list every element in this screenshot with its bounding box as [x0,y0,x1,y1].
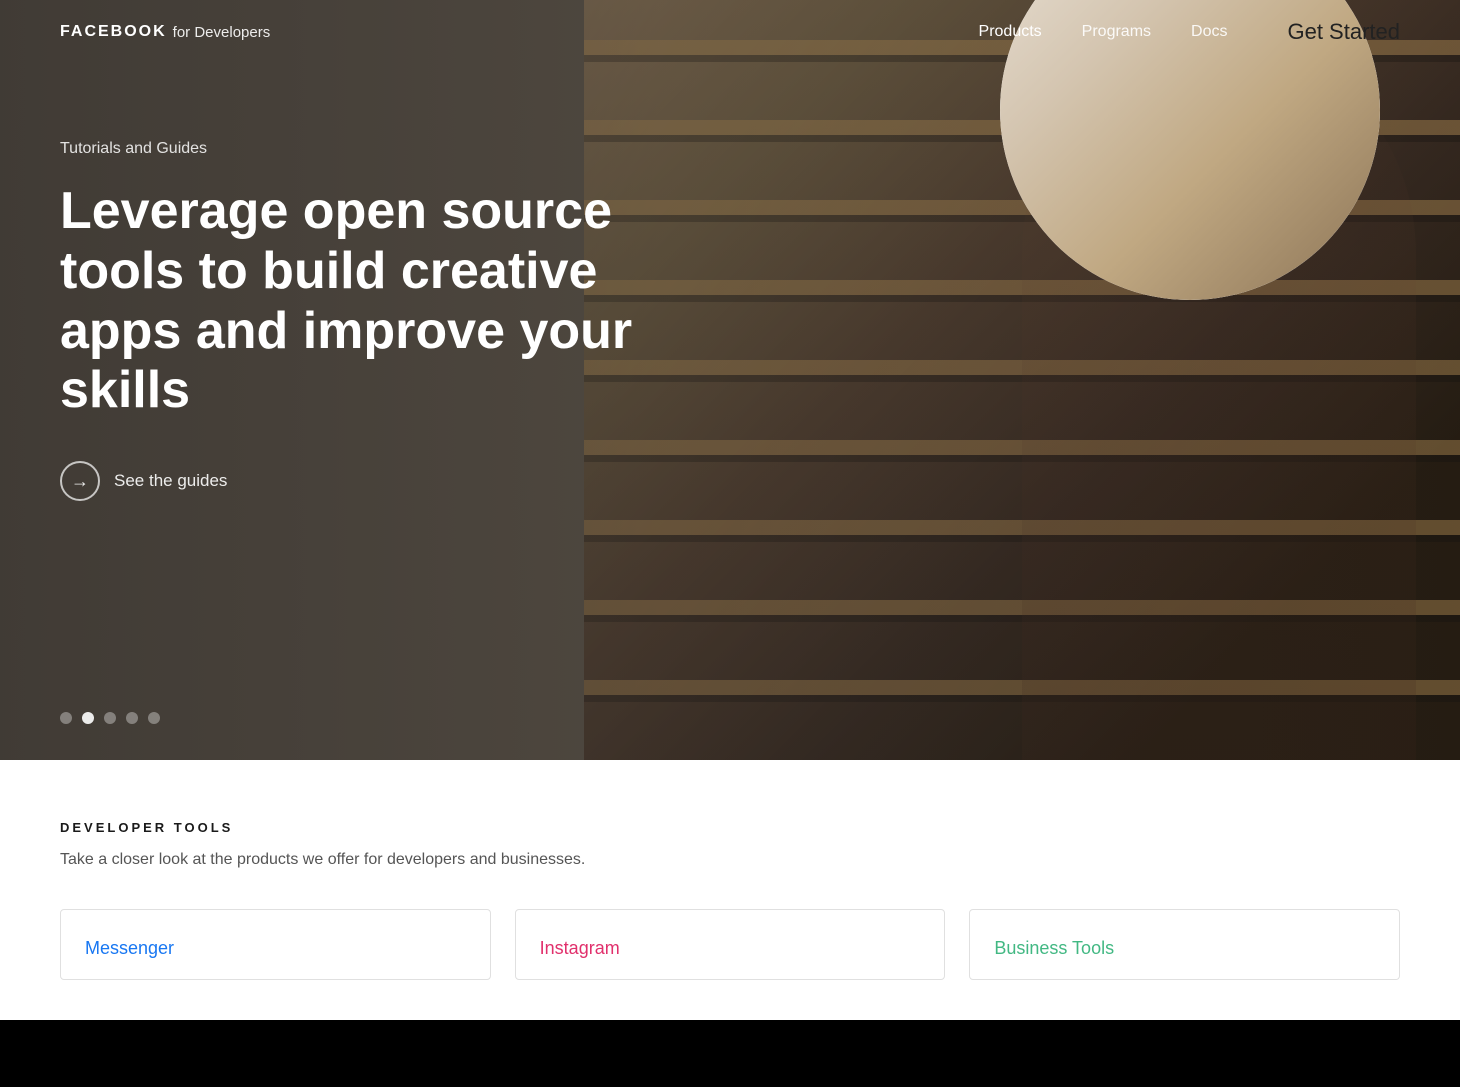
card-messenger[interactable]: Messenger [60,909,491,980]
nav-link-products[interactable]: Products [979,23,1042,41]
logo-sub-text: for Developers [173,24,271,41]
carousel-dot-2[interactable] [82,712,94,724]
carousel-dot-3[interactable] [104,712,116,724]
section-description: Take a closer look at the products we of… [60,851,1400,869]
nav-links: Products Programs Docs Get Started [979,19,1400,45]
carousel-dots [60,712,160,724]
nav-logo[interactable]: FACEBOOK for Developers [60,23,270,41]
hero-title: Leverage open source tools to build crea… [60,182,640,421]
hero-section: FACEBOOK for Developers Products Program… [0,0,1460,760]
get-started-label[interactable]: Get Started [1287,19,1400,45]
arrow-icon: → [71,471,89,492]
logo-facebook-text: FACEBOOK [60,23,167,41]
section-label: DEVELOPER TOOLS [60,820,1400,835]
hero-content: Tutorials and Guides Leverage open sourc… [60,140,640,501]
page-wrapper: FACEBOOK for Developers Products Program… [0,0,1460,1020]
cta-arrow-circle: → [60,461,100,501]
navigation: FACEBOOK for Developers Products Program… [0,0,1460,64]
carousel-dot-1[interactable] [60,712,72,724]
see-guides-button[interactable]: → See the guides [60,461,640,501]
carousel-dot-4[interactable] [126,712,138,724]
card-business-title: Business Tools [994,938,1375,959]
carousel-dot-5[interactable] [148,712,160,724]
card-business-tools[interactable]: Business Tools [969,909,1400,980]
below-hero-section: DEVELOPER TOOLS Take a closer look at th… [0,760,1460,1020]
nav-link-docs[interactable]: Docs [1191,23,1227,41]
cards-row: Messenger Instagram Business Tools [60,909,1400,980]
card-instagram[interactable]: Instagram [515,909,946,980]
cta-label: See the guides [114,471,227,491]
card-instagram-title: Instagram [540,938,921,959]
card-messenger-title: Messenger [85,938,466,959]
nav-link-programs[interactable]: Programs [1082,23,1151,41]
hero-subtitle: Tutorials and Guides [60,140,640,158]
